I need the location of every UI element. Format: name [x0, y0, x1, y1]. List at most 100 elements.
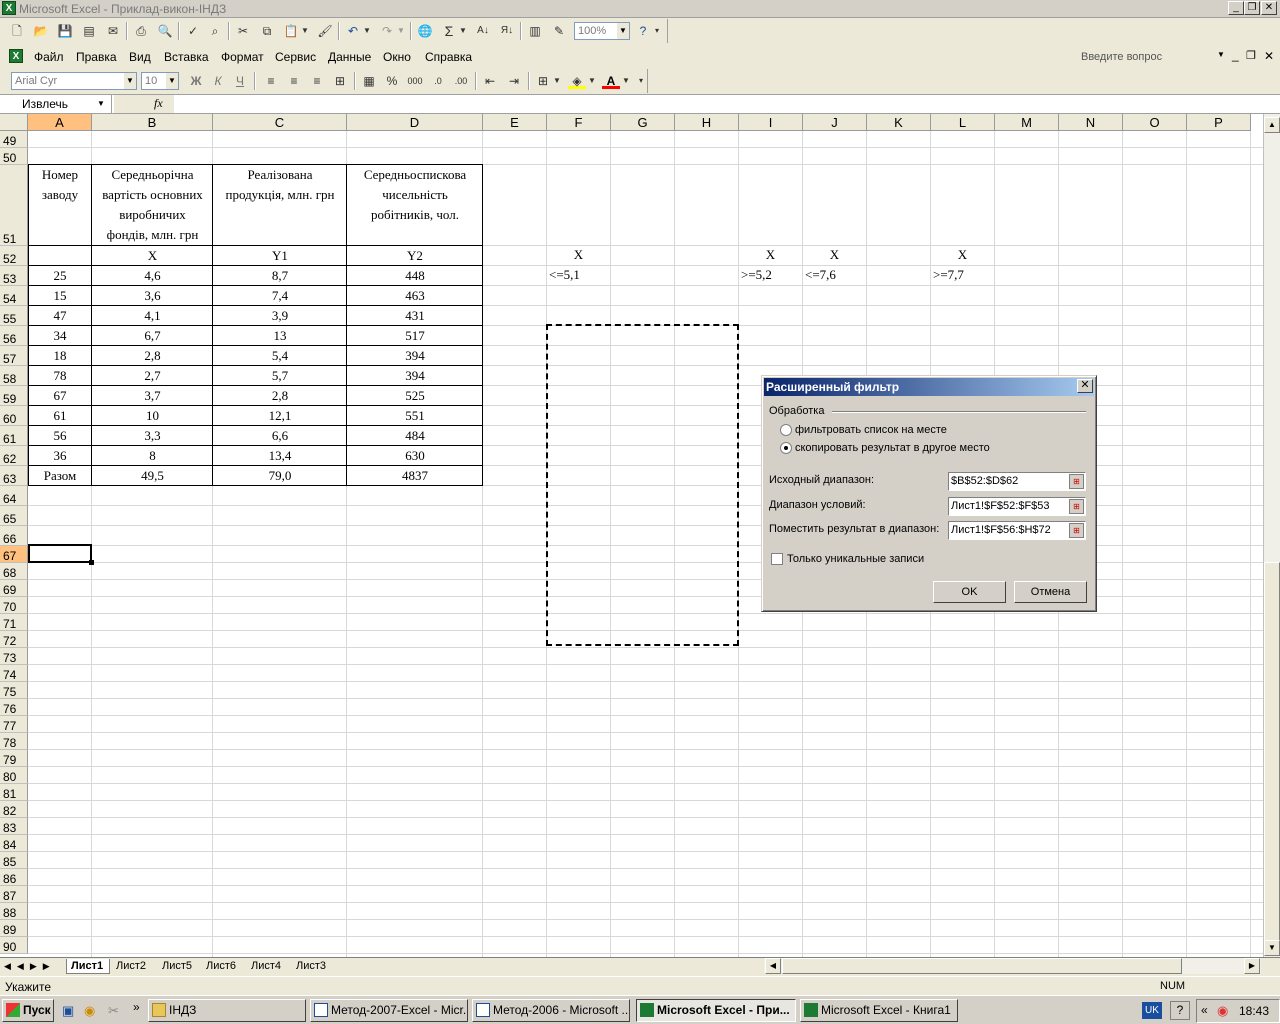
table-data-cell[interactable]: 18 [28, 346, 92, 366]
menu-tools[interactable]: Сервис [275, 50, 316, 64]
row-header-52[interactable]: 52 [0, 246, 28, 266]
permission-icon[interactable]: ▤ [80, 23, 98, 39]
table-data-cell[interactable]: 47 [28, 306, 92, 326]
row-header-80[interactable]: 80 [0, 767, 28, 784]
row-header-82[interactable]: 82 [0, 801, 28, 818]
help-icon[interactable]: ? [634, 23, 652, 39]
paste-dropdown-icon[interactable]: ▼ [300, 23, 310, 39]
table-data-cell[interactable]: 2,8 [92, 346, 213, 366]
name-box[interactable]: Извлечь [0, 95, 112, 113]
media-player-icon[interactable]: ◉ [84, 1003, 95, 1019]
task-excel-2[interactable]: Microsoft Excel - Книга1 [800, 999, 958, 1022]
criteria-header-l[interactable]: X [931, 245, 994, 265]
column-header-k[interactable]: K [867, 114, 931, 131]
row-header-86[interactable]: 86 [0, 869, 28, 886]
row-header-61[interactable]: 61 [0, 426, 28, 446]
table-header-cell[interactable]: Середньорічна вартість основних виробничих… [92, 165, 213, 246]
row-header-65[interactable]: 65 [0, 506, 28, 526]
sheet-tab-5[interactable]: Лист4 [251, 959, 281, 974]
open-icon[interactable]: 📂 [32, 23, 50, 39]
increase-indent-icon[interactable]: ⇥ [505, 73, 523, 89]
fill-color-icon[interactable]: ◈ [568, 73, 586, 89]
sheet-tab-4[interactable]: Лист6 [206, 959, 236, 974]
row-header-73[interactable]: 73 [0, 648, 28, 665]
font-size-select[interactable]: 10 ▼ [141, 72, 179, 90]
table-data-cell[interactable]: 394 [347, 366, 483, 386]
table-label-cell[interactable]: X [92, 246, 213, 266]
table-data-cell[interactable]: 551 [347, 406, 483, 426]
align-center-icon[interactable]: ≡ [285, 73, 303, 89]
row-header-71[interactable]: 71 [0, 614, 28, 631]
tray-app-icon[interactable]: ◉ [1217, 1003, 1228, 1019]
horizontal-scrollbar[interactable]: ◀ ▶ [764, 958, 1261, 974]
table-data-cell[interactable]: 525 [347, 386, 483, 406]
table-data-cell[interactable]: 56 [28, 426, 92, 446]
scroll-down-icon[interactable]: ▼ [1264, 940, 1280, 956]
menu-window[interactable]: Окно [383, 50, 411, 64]
table-header-cell[interactable]: Номер заводу [28, 165, 92, 246]
tab-scroll-buttons[interactable]: ◀◀▶▶ [4, 961, 56, 972]
table-data-cell[interactable]: 3,3 [92, 426, 213, 446]
column-header-o[interactable]: O [1123, 114, 1187, 131]
row-header-63[interactable]: 63 [0, 466, 28, 486]
italic-button[interactable]: К [209, 73, 227, 89]
column-header-e[interactable]: E [483, 114, 547, 131]
decrease-indent-icon[interactable]: ⇤ [481, 73, 499, 89]
criteria-value-j[interactable]: <=7,6 [805, 265, 868, 285]
row-header-81[interactable]: 81 [0, 784, 28, 801]
row-header-78[interactable]: 78 [0, 733, 28, 750]
table-data-cell[interactable]: 25 [28, 266, 92, 286]
autosum-icon[interactable]: Σ [440, 23, 458, 39]
column-header-j[interactable]: J [803, 114, 867, 131]
redo-dropdown-icon[interactable]: ▼ [396, 23, 406, 39]
row-header-68[interactable]: 68 [0, 563, 28, 580]
collapse-dialog-icon[interactable]: ⊞ [1069, 474, 1084, 489]
radio-filter-in-place[interactable] [780, 424, 792, 436]
start-button[interactable]: Пуск [2, 999, 54, 1022]
table-data-cell[interactable]: 6,6 [213, 426, 347, 446]
row-header-62[interactable]: 62 [0, 446, 28, 466]
scroll-left-icon[interactable]: ◀ [765, 958, 781, 974]
table-data-cell[interactable]: 8 [92, 446, 213, 466]
table-total-cell[interactable]: 49,5 [92, 466, 213, 486]
unique-records-checkbox[interactable] [771, 553, 783, 565]
hyperlink-icon[interactable]: 🌐 [416, 23, 434, 39]
table-data-cell[interactable]: 5,4 [213, 346, 347, 366]
table-data-cell[interactable]: 3,7 [92, 386, 213, 406]
row-header-79[interactable]: 79 [0, 750, 28, 767]
new-icon[interactable]: 🗋 [8, 23, 26, 39]
sort-descending-icon[interactable]: Я↓ [498, 23, 516, 39]
row-header-70[interactable]: 70 [0, 597, 28, 614]
row-header-83[interactable]: 83 [0, 818, 28, 835]
ask-question-box[interactable]: Введите вопрос [1078, 49, 1228, 66]
borders-icon[interactable]: ⊞ [534, 73, 552, 89]
table-label-cell[interactable]: Y1 [213, 246, 347, 266]
row-header-87[interactable]: 87 [0, 886, 28, 903]
font-color-icon[interactable]: A [602, 73, 620, 89]
align-right-icon[interactable]: ≡ [308, 73, 326, 89]
column-header-c[interactable]: C [213, 114, 347, 131]
thousands-icon[interactable]: 000 [406, 73, 424, 89]
vertical-scrollbar[interactable]: ▲ ▼ [1263, 114, 1280, 957]
sort-ascending-icon[interactable]: A↓ [474, 23, 492, 39]
collapse-dialog-icon-3[interactable]: ⊞ [1069, 523, 1084, 538]
toolbar-options-icon[interactable]: ▾ [652, 23, 662, 39]
table-data-cell[interactable]: 10 [92, 406, 213, 426]
format-painter-icon[interactable]: 🖌 [316, 23, 334, 39]
paste-icon[interactable]: 📋 [282, 23, 300, 39]
column-header-a[interactable]: A [28, 114, 92, 131]
table-data-cell[interactable]: 5,7 [213, 366, 347, 386]
table-data-cell[interactable]: 3,6 [92, 286, 213, 306]
borders-dropdown-icon[interactable]: ▼ [552, 73, 562, 89]
workbook-icon[interactable]: X [9, 49, 23, 63]
row-header-85[interactable]: 85 [0, 852, 28, 869]
row-header-51[interactable]: 51 [0, 165, 28, 246]
copy-to-input[interactable]: Лист1!$F$56:$H$72 ⊞ [948, 521, 1086, 540]
task-folder[interactable]: ІНДЗ [148, 999, 306, 1022]
table-total-cell[interactable]: 79,0 [213, 466, 347, 486]
row-header-90[interactable]: 90 [0, 937, 28, 954]
table-data-cell[interactable]: 7,4 [213, 286, 347, 306]
zoom-select[interactable]: 100% ▼ [574, 22, 630, 40]
font-color-dropdown-icon[interactable]: ▼ [621, 73, 631, 89]
table-data-cell[interactable]: 2,7 [92, 366, 213, 386]
